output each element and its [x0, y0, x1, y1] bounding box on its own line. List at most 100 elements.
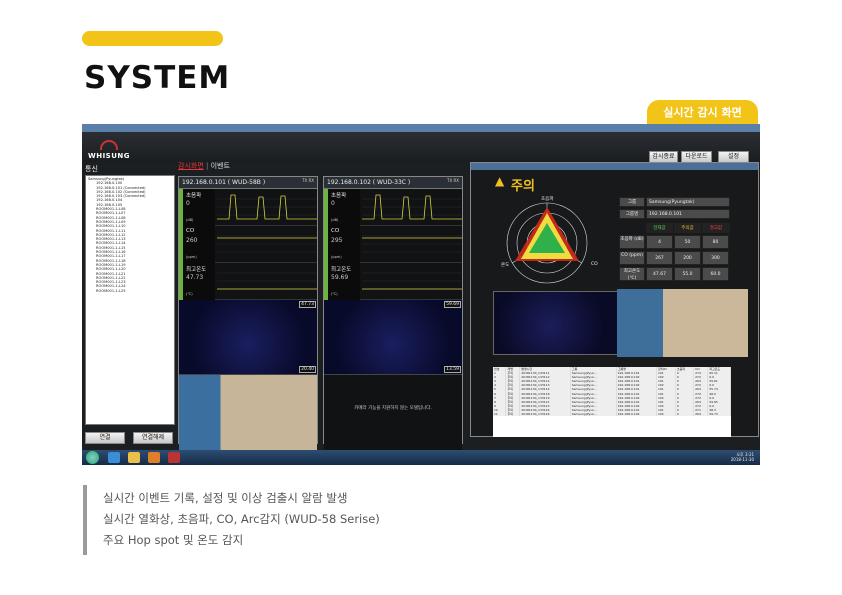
radar-label-ultrasonic: 초음파 [541, 197, 554, 202]
tree-item[interactable]: ROOM001-1-L25 [88, 289, 172, 293]
alarm-header: 경고값 [702, 223, 730, 233]
metric-label: 최고온도 [186, 267, 207, 273]
group-value: Samsung(Pyungtak) [646, 197, 730, 207]
desc-line-2: 실시간 열화상, 초음파, CO, Arc감지 (WUD-58 Serise) [103, 512, 380, 526]
metric-row: 초음파 0 (dB) [179, 189, 317, 226]
clock: 오후 3:31 2018-11-30 [730, 452, 754, 462]
metric-row-value: 47.67 [646, 267, 673, 281]
section-badge: 실시간 감시 화면 [647, 100, 758, 125]
device-panel: 192.168.0.102 ( WUD-33C ) TX RX 초음파 0 (dB) CO… [323, 176, 463, 451]
metric-row-value: 4 [646, 235, 673, 249]
metric-row: 최고온도 47.73 (℃) [179, 263, 317, 300]
table-cell: Samsung(Pyun... [570, 412, 617, 417]
metric-row-value: 300 [702, 251, 729, 265]
metric-chart [217, 272, 317, 290]
thermal-image: 59.69 13.59 [324, 300, 462, 375]
metric-row-value: 60.0 [702, 267, 729, 281]
radar-label-temp: 온도 [501, 263, 510, 268]
title-highlight [82, 31, 223, 46]
table-cell: 102 [656, 412, 676, 417]
metric-unit: (℃) [186, 292, 193, 296]
metric-row-value: 50 [674, 235, 701, 249]
current-header: 현재값 [646, 223, 673, 233]
metric-unit: (dB) [186, 218, 194, 222]
metric-unit: (ppm) [331, 255, 342, 259]
table-cell: 59.73 [707, 412, 731, 417]
table-cell: 264 [693, 412, 709, 417]
ie-icon[interactable] [108, 452, 120, 463]
txrx-icon: TX RX [447, 178, 459, 183]
groupname-value: 192.168.0.101 [646, 209, 730, 219]
radar-label-co: CO [591, 262, 598, 267]
metric-row: CO 295 (ppm) [324, 226, 462, 263]
txrx-icon: TX RX [302, 178, 314, 183]
groupname-label: 그룹명 [619, 209, 645, 219]
desc-line-1: 실시간 이벤트 기록, 설정 및 이상 검출시 알람 발생 [103, 491, 348, 505]
metric-value: 295 [331, 237, 343, 244]
metric-value: 0 [186, 200, 190, 207]
app-logo: WHISUNG [88, 140, 130, 162]
metric-chart [362, 272, 462, 290]
disconnect-button[interactable]: 연결해제 [133, 432, 173, 444]
folder-icon[interactable] [128, 452, 140, 463]
metric-value: 47.73 [186, 274, 204, 281]
media-icon[interactable] [148, 452, 160, 463]
table-cell: 주의 [505, 412, 521, 417]
metric-unit: (ppm) [186, 255, 197, 259]
app-icon[interactable] [168, 452, 180, 463]
warning-title: 주의 [511, 179, 535, 194]
metric-label: 초음파 [186, 193, 202, 199]
metric-row-value: 80 [702, 235, 729, 249]
thermal-image: 47.73 20.40 [179, 300, 317, 375]
page-title: SYSTEM [84, 60, 231, 96]
popup-thermal-image [493, 291, 621, 355]
metric-chart [362, 194, 462, 220]
metric-label: CO [331, 228, 340, 234]
therm-max: 59.69 [444, 301, 461, 308]
start-icon[interactable] [86, 451, 99, 464]
window-titlebar [82, 124, 760, 132]
group-label: 그룹 [619, 197, 645, 207]
taskbar: 오후 3:31 2018-11-30 [82, 450, 760, 465]
alarm-popup: ▲ 주의 초음파 CO 온도 그룹 Samsung(Pyungtak) 그룹명 … [470, 162, 759, 437]
camera-image [179, 375, 317, 451]
left-panel: 통신 Samsung(Pyungtak) 192.168.0.100 192.168… [85, 164, 175, 452]
table-cell: 192.168.0.102 [616, 412, 657, 417]
camera-note: 카메라 기능을 지원하지 않는 모델입니다. [354, 406, 432, 411]
therm-max: 47.73 [299, 301, 316, 308]
metric-label: CO [186, 228, 195, 234]
metric-row-value: 55.0 [674, 267, 701, 281]
device-tree[interactable]: Samsung(Pyungtak) 192.168.0.100 192.168.0.… [85, 175, 175, 425]
event-table[interactable]: 번호 레벨 발생시간 그룹 그룹명 장치ID 초음파 CO 최고온도 1 주의 20181130_13… [493, 367, 731, 437]
desc-bar [83, 485, 87, 555]
metric-unit: (dB) [331, 218, 339, 222]
logo-mark-icon [100, 140, 118, 150]
table-cell: 20181130_133126 [519, 412, 571, 417]
caution-header: 주의값 [674, 223, 701, 233]
device-header: 192.168.0.101 ( WUD-58B ) TX RX [179, 177, 317, 189]
tab-event[interactable]: 이벤트 [211, 162, 230, 170]
metric-row: 최고온도 59.69 (℃) [324, 263, 462, 300]
metric-row-label: 최고온도 (℃) [619, 267, 645, 281]
metric-row-value: 267 [646, 251, 673, 265]
metric-value: 59.69 [331, 274, 349, 281]
metric-label: 최고온도 [331, 267, 352, 273]
connect-button[interactable]: 연결 [85, 432, 125, 444]
metric-chart [362, 235, 462, 253]
tab-monitor[interactable]: 감시화면 [178, 162, 204, 170]
left-panel-title: 통신 [85, 165, 98, 173]
therm-min: 20.40 [299, 366, 316, 373]
table-row[interactable]: 11 주의 20181130_133126 Samsung(Pyun... 192.16… [493, 412, 731, 417]
metric-value: 0 [331, 200, 335, 207]
metric-row: 초음파 0 (dB) [324, 189, 462, 226]
desc-line-3: 주요 Hop spot 및 온도 감지 [103, 533, 244, 547]
metric-row: CO 260 (ppm) [179, 226, 317, 263]
metric-label: 초음파 [331, 193, 347, 199]
metric-row-label: CO (ppm) [619, 251, 645, 265]
description: 실시간 이벤트 기록, 설정 및 이상 검출시 알람 발생 실시간 열화상, 초… [103, 488, 380, 551]
table-cell: 0 [675, 412, 695, 417]
metric-row-label: 초음파 (dB) [619, 235, 645, 249]
logo-text: WHISUNG [88, 152, 131, 160]
popup-camera-image [617, 289, 748, 357]
app-header: WHISUNG 감시종료 다운로드 설정 [82, 132, 760, 163]
